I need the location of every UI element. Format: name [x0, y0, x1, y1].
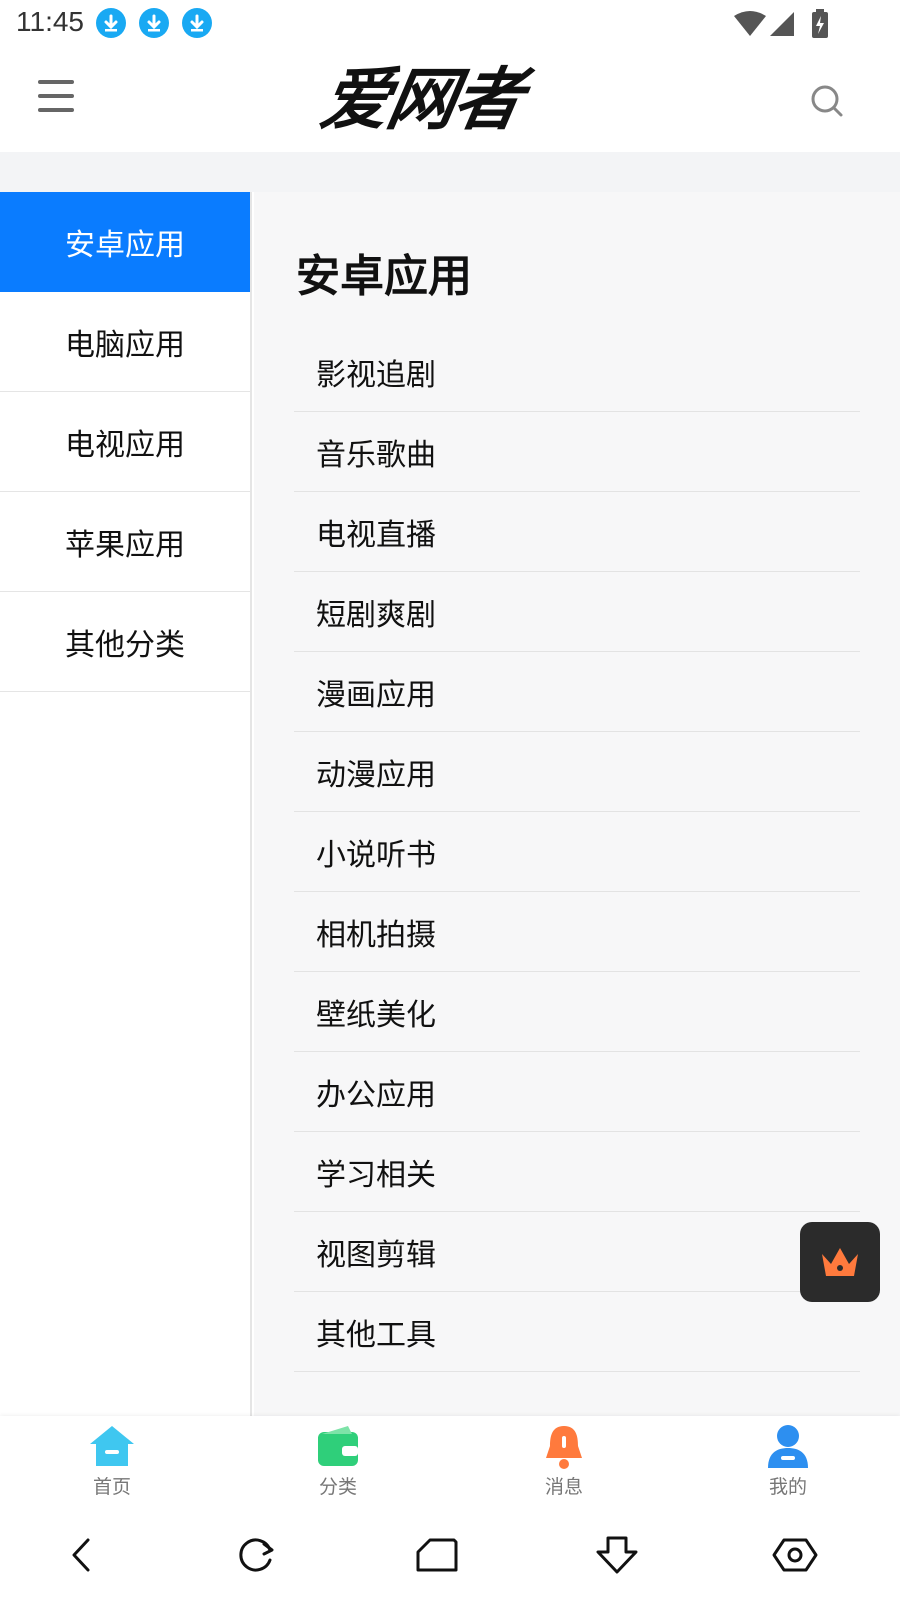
download-icon	[139, 8, 169, 38]
battery-charging-icon	[812, 9, 828, 38]
list-item[interactable]: 电视直播	[294, 492, 860, 572]
status-bar: 11:45	[0, 0, 900, 48]
back-icon[interactable]	[58, 1532, 108, 1578]
list-item[interactable]: 学习相关	[294, 1132, 860, 1212]
refresh-icon[interactable]	[232, 1532, 282, 1578]
list-item[interactable]: 壁纸美化	[294, 972, 860, 1052]
header-spacer	[0, 152, 900, 192]
list-item[interactable]: 视图剪辑	[294, 1212, 860, 1292]
bottom-tab-bar: 首页 分类 消息 我的	[0, 1416, 900, 1510]
list-item[interactable]: 影视追剧	[294, 332, 860, 412]
system-nav-bar	[0, 1510, 900, 1600]
download-icon	[96, 8, 126, 38]
home-icon	[90, 1426, 134, 1466]
crown-icon	[822, 1248, 858, 1276]
list-item[interactable]: 漫画应用	[294, 652, 860, 732]
signal-icon	[770, 12, 794, 36]
status-time: 11:45	[16, 6, 84, 37]
category-sidebar: 安卓应用 电脑应用 电视应用 苹果应用 其他分类	[0, 192, 252, 1416]
sidebar-item-apple[interactable]: 苹果应用	[0, 492, 250, 592]
app-logo: 爱网者	[315, 61, 528, 140]
sidebar-item-android[interactable]: 安卓应用	[0, 192, 250, 292]
tab-label: 我的	[768, 1476, 807, 1498]
list-item[interactable]: 其他工具	[294, 1292, 860, 1372]
list-item[interactable]: 短剧爽剧	[294, 572, 860, 652]
menu-icon[interactable]	[38, 78, 76, 114]
tab-category[interactable]: 分类	[278, 1422, 398, 1508]
sidebar-item-tv[interactable]: 电视应用	[0, 392, 250, 492]
search-icon[interactable]	[810, 84, 844, 118]
wallet-icon	[318, 1426, 358, 1466]
list-item[interactable]: 小说听书	[294, 812, 860, 892]
list-item[interactable]: 相机拍摄	[294, 892, 860, 972]
tab-label: 首页	[92, 1476, 131, 1498]
system-status-icons	[734, 8, 854, 42]
list-item[interactable]: 音乐歌曲	[294, 412, 860, 492]
bell-icon	[546, 1426, 582, 1469]
user-icon	[768, 1425, 808, 1468]
tab-message[interactable]: 消息	[504, 1422, 624, 1508]
tab-label: 分类	[318, 1476, 357, 1498]
tab-mine[interactable]: 我的	[728, 1422, 848, 1508]
tab-home[interactable]: 首页	[52, 1422, 172, 1508]
eye-icon[interactable]	[770, 1532, 820, 1578]
list-item[interactable]: 办公应用	[294, 1052, 860, 1132]
sidebar-item-pc[interactable]: 电脑应用	[0, 292, 250, 392]
list-item[interactable]: 动漫应用	[294, 732, 860, 812]
vip-float-button[interactable]	[800, 1222, 880, 1302]
download-icon	[182, 8, 212, 38]
wifi-icon	[734, 11, 766, 36]
home-shape-icon[interactable]	[412, 1532, 462, 1578]
download-arrow-icon[interactable]	[592, 1532, 642, 1578]
tab-label: 消息	[544, 1476, 583, 1498]
subcategory-list: 影视追剧 音乐歌曲 电视直播 短剧爽剧 漫画应用 动漫应用 小说听书 相机拍摄 …	[294, 332, 860, 1372]
sidebar-item-other[interactable]: 其他分类	[0, 592, 250, 692]
app-header: 爱网者	[0, 48, 900, 152]
section-title: 安卓应用	[296, 251, 472, 302]
